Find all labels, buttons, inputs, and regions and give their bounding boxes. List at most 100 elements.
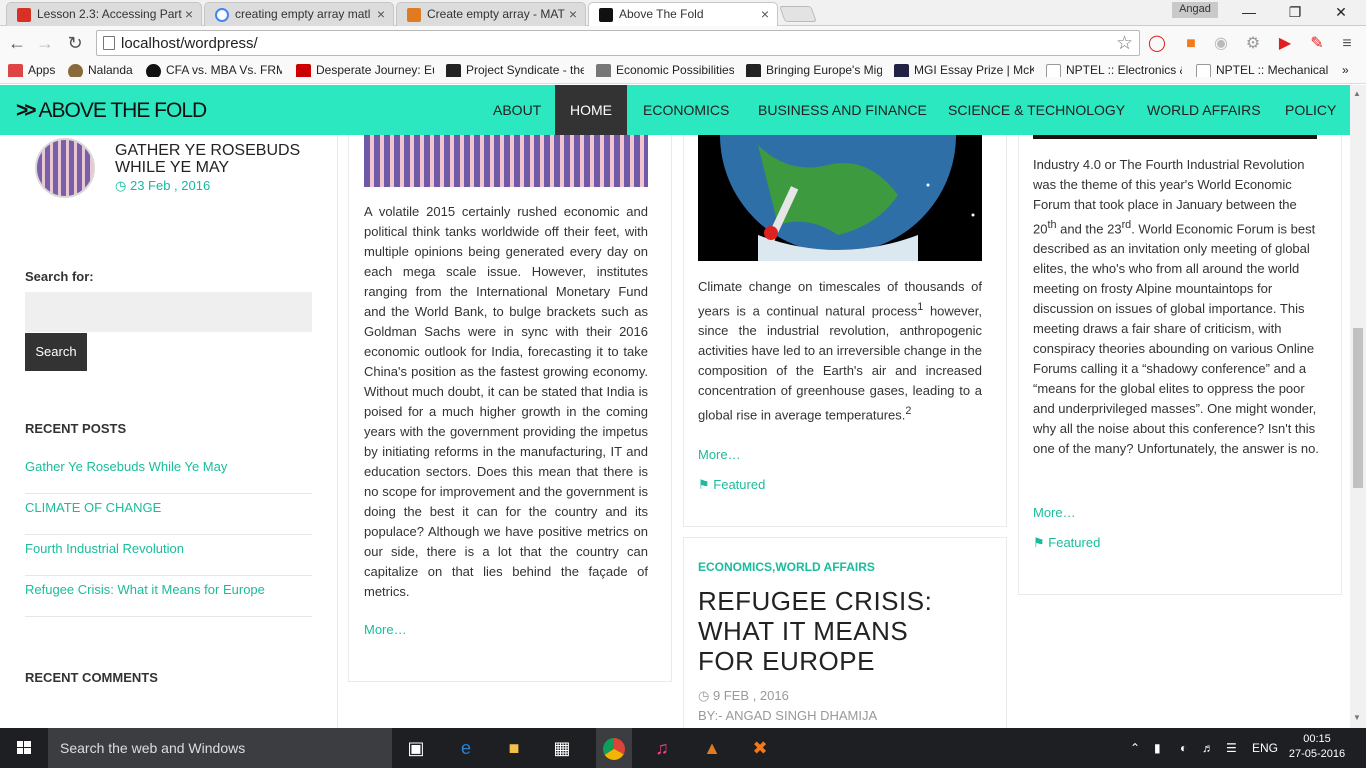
itunes-icon[interactable]: ♫ [648, 734, 676, 762]
maximize-icon[interactable]: ❐ [1272, 0, 1318, 24]
menu-icon[interactable]: ≡ [1336, 33, 1358, 55]
nav-home[interactable]: HOME [555, 85, 627, 135]
featured-post-thumbnail[interactable] [35, 138, 95, 198]
nav-economics[interactable]: ECONOMICS [628, 85, 744, 135]
search-input[interactable] [25, 292, 312, 332]
nav-about[interactable]: ABOUT [478, 85, 556, 135]
bookmark-bringing-europe[interactable]: Bringing Europe's Mig [746, 63, 882, 77]
profile-button[interactable]: Angad [1172, 2, 1218, 18]
site-logo[interactable]: >> ABOVE THE FOLD [16, 99, 207, 123]
store-icon[interactable]: ▦ [548, 734, 576, 762]
post-categories[interactable]: ECONOMICS,WORLD AFFAIRS [698, 560, 875, 574]
post-thumbnail-image[interactable] [364, 135, 648, 187]
scroll-down-icon[interactable]: ▼ [1353, 713, 1361, 722]
page-thumb-icon [596, 64, 611, 77]
post-thumbnail-image[interactable] [698, 135, 982, 261]
search-button[interactable]: Search [25, 333, 87, 371]
bookmark-mgi[interactable]: MGI Essay Prize | McK [894, 63, 1034, 77]
read-more-link[interactable]: More… [364, 622, 407, 637]
recent-post-link[interactable]: CLIMATE OF CHANGE [25, 494, 312, 535]
tab-above-the-fold[interactable]: Above The Fold × [588, 2, 778, 27]
bookmark-apps[interactable]: Apps [8, 63, 55, 77]
bookmark-label: Apps [28, 63, 56, 77]
address-bar[interactable]: localhost/wordpress/ ☆ [96, 30, 1140, 56]
post-excerpt: Climate change on timescales of thousand… [698, 277, 982, 426]
forward-icon[interactable]: → [34, 32, 56, 54]
wifi-icon[interactable]: ◐ [1180, 728, 1187, 768]
tab-google-search[interactable]: creating empty array matl × [204, 2, 394, 26]
recent-post-link[interactable]: Gather Ye Rosebuds While Ye May [25, 453, 312, 494]
windows-logo-icon [17, 741, 31, 754]
minimize-icon[interactable]: — [1226, 0, 1272, 24]
new-tab-button[interactable] [779, 6, 817, 22]
file-explorer-icon[interactable]: ■ [500, 734, 528, 762]
opera-extension-icon[interactable]: ◯ [1146, 33, 1168, 55]
excerpt-text: . World Economic Forum is best described… [1033, 221, 1319, 457]
bookmark-star-icon[interactable]: ☆ [1116, 32, 1133, 55]
extension-icon[interactable]: ◉ [1210, 33, 1232, 55]
close-window-icon[interactable]: ✕ [1318, 0, 1364, 24]
bookmark-label: Project Syndicate - the [466, 63, 584, 77]
bookmark-nptel-mechanical[interactable]: NPTEL :: Mechanical E [1196, 63, 1332, 77]
close-icon[interactable]: × [377, 6, 385, 22]
scrollbar-thumb[interactable] [1353, 328, 1363, 488]
footnote-ref[interactable]: 2 [905, 405, 911, 417]
system-clock[interactable]: 00:15 27-05-2016 [1284, 732, 1350, 762]
scroll-up-icon[interactable]: ▲ [1353, 89, 1361, 98]
recent-post-link[interactable]: Refugee Crisis: What it Means for Europe [25, 576, 312, 617]
volume-icon[interactable]: ♬ [1202, 728, 1214, 768]
pen-extension-icon[interactable]: ✎ [1306, 33, 1328, 55]
read-more-link[interactable]: More… [698, 447, 741, 462]
bookmark-desperate-journey[interactable]: Desperate Journey: Eu [296, 63, 434, 77]
matlab-icon[interactable]: ▲ [698, 734, 726, 762]
bookmarks-overflow[interactable]: » [1342, 63, 1349, 77]
close-icon[interactable]: × [569, 6, 577, 22]
tab-matlab[interactable]: Create empty array - MAT × [396, 2, 586, 26]
nav-policy[interactable]: POLICY [1270, 85, 1351, 135]
tools-extension-icon[interactable]: ⚙ [1242, 33, 1264, 55]
xampp-icon[interactable]: ✖ [746, 734, 774, 762]
battery-icon[interactable]: ▮ [1154, 728, 1161, 768]
action-center-icon[interactable]: ☰ [1226, 728, 1237, 768]
superscript: rd [1121, 219, 1132, 231]
show-hidden-icons[interactable]: ⌃ [1130, 728, 1140, 768]
recent-comments-heading: RECENT COMMENTS [25, 670, 158, 685]
read-more-link[interactable]: More… [1033, 505, 1076, 520]
tag-featured[interactable]: ⚑ Featured [698, 477, 765, 493]
chrome-icon[interactable] [596, 728, 632, 768]
reload-icon[interactable]: ↻ [64, 32, 86, 54]
post-thumbnail-image[interactable] [1033, 135, 1317, 139]
ps-icon [446, 64, 461, 77]
bookmark-nptel-electronics[interactable]: NPTEL :: Electronics & [1046, 63, 1182, 77]
tag-featured[interactable]: ⚑ Featured [1033, 535, 1100, 551]
news-icon [296, 64, 311, 77]
task-view-icon[interactable]: ▣ [402, 734, 430, 762]
bookmark-label: Economic Possibilities [616, 63, 734, 77]
bookmark-cfa[interactable]: CFA vs. MBA Vs. FRM: [146, 63, 282, 77]
nav-science-technology[interactable]: SCIENCE & TECHNOLOGY [933, 85, 1140, 135]
close-icon[interactable]: × [761, 6, 769, 22]
page-scrollbar[interactable]: ▲ ▼ [1350, 85, 1366, 728]
record-extension-icon[interactable]: ▶ [1274, 33, 1296, 55]
bookmark-economic-possibilities[interactable]: Economic Possibilities [596, 63, 734, 77]
taskbar-search[interactable]: Search the web and Windows [48, 728, 392, 768]
bookmark-nalanda[interactable]: Nalanda [68, 63, 133, 77]
nalanda-icon [68, 64, 83, 77]
close-icon[interactable]: × [185, 6, 193, 22]
edge-icon[interactable]: e [452, 734, 480, 762]
nav-business-finance[interactable]: BUSINESS AND FINANCE [743, 85, 942, 135]
page-content: GATHER YE ROSEBUDS WHILE YE MAY ◷ 23 Feb… [0, 135, 1350, 728]
recent-post-link[interactable]: Fourth Industrial Revolution [25, 535, 312, 576]
start-button[interactable] [0, 728, 48, 768]
tab-lesson[interactable]: Lesson 2.3: Accessing Part × [6, 2, 202, 26]
post-excerpt: Industry 4.0 or The Fourth Industrial Re… [1033, 155, 1319, 459]
language-indicator[interactable]: ENG [1252, 728, 1278, 768]
earth-fever-illustration [720, 135, 975, 261]
back-icon[interactable]: ← [6, 32, 28, 54]
bookmark-project-syndicate[interactable]: Project Syndicate - the [446, 63, 584, 77]
nav-world-affairs[interactable]: WORLD AFFAIRS [1132, 85, 1276, 135]
featured-post-title[interactable]: GATHER YE ROSEBUDS WHILE YE MAY [115, 142, 315, 176]
thermometer-bulb [764, 226, 778, 240]
rss-extension-icon[interactable]: ■ [1180, 33, 1202, 55]
post-title[interactable]: REFUGEE CRISIS: WHAT IT MEANS FOR EUROPE [698, 586, 968, 676]
